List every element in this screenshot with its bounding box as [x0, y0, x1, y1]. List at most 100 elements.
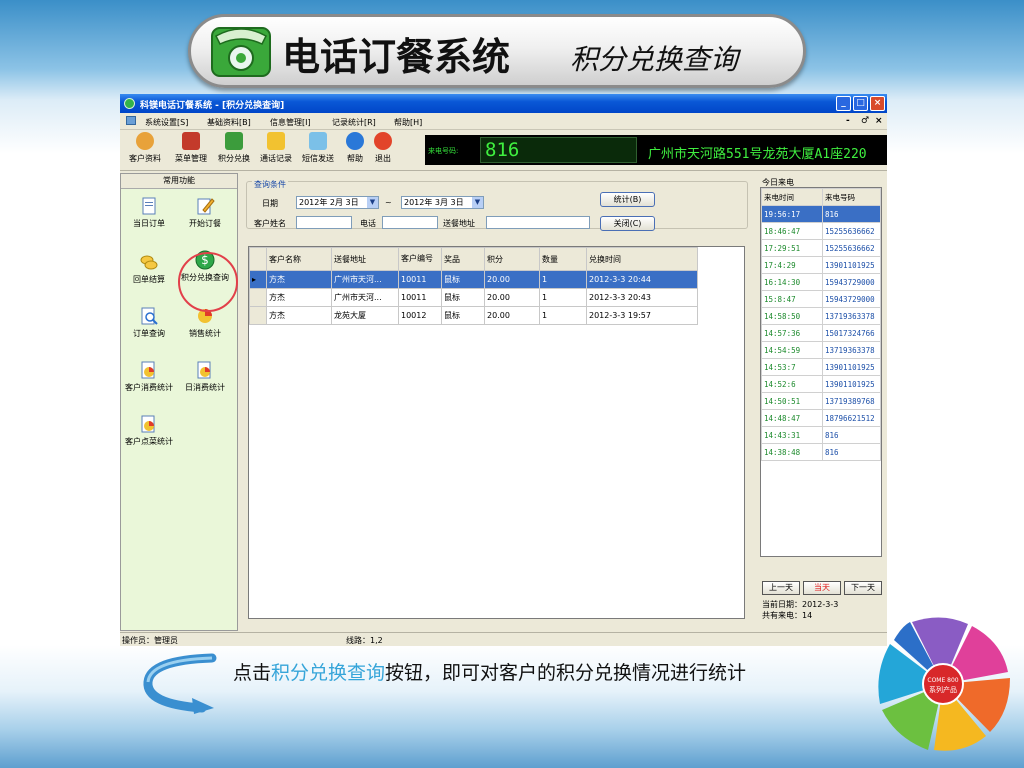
- mdi-window-icon[interactable]: [126, 116, 136, 125]
- toolbar-calllog-button[interactable]: 通话记录: [256, 132, 296, 168]
- toolbar-menu-button[interactable]: 菜单管理: [170, 132, 212, 168]
- chart-doc-icon: [197, 361, 211, 379]
- stats-button[interactable]: 统计(B): [600, 192, 655, 207]
- pencil-icon: [197, 198, 215, 215]
- menu-help[interactable]: 帮助[H]: [394, 117, 422, 128]
- curved-arrow-icon: [143, 653, 217, 714]
- app-window: 科镁电话订餐系统 - [积分兑换查询] _ □ × 系统设置[S] 基础资料[B…: [120, 94, 887, 646]
- menu-system-settings[interactable]: 系统设置[S]: [145, 117, 188, 128]
- common-functions-panel: 常用功能 当日订单 开始订餐 回单结算 $ 积分兑换查询 订单查询 销售统计 客…: [120, 173, 238, 631]
- list-item[interactable]: 14:54:59 13719363378: [761, 341, 881, 359]
- settlement-button[interactable]: 回单结算: [123, 252, 175, 284]
- address-input[interactable]: [486, 216, 590, 229]
- document-icon: [142, 197, 156, 215]
- mdi-minimize-button[interactable]: -: [846, 116, 850, 126]
- users-icon: [136, 132, 154, 150]
- customer-consumption-stats-button[interactable]: 客户消费统计: [123, 360, 175, 392]
- close-query-button[interactable]: 关闭(C): [600, 216, 655, 231]
- prev-day-button[interactable]: 上一天: [762, 581, 800, 595]
- col-customer-name[interactable]: 客户名称: [266, 247, 332, 271]
- telephone-icon: [211, 27, 271, 77]
- chart-doc-icon: [141, 415, 155, 433]
- list-item[interactable]: 14:57:36 15017324766: [761, 324, 881, 342]
- product-series-logo: COME 800 系列产品: [878, 617, 1010, 751]
- gift-icon: [225, 132, 243, 150]
- list-item[interactable]: 14:50:51 13719389768: [761, 392, 881, 410]
- toolbar-customer-button[interactable]: 客户资料: [124, 132, 166, 168]
- start-order-button[interactable]: 开始订餐: [179, 196, 231, 228]
- menu-record-stats[interactable]: 记录统计[R]: [332, 117, 376, 128]
- exit-icon: [374, 132, 392, 150]
- mdi-close-button[interactable]: ×: [875, 116, 883, 126]
- list-item[interactable]: 18:46:47 15255636662: [761, 222, 881, 240]
- operator-status: 操作员：管理员: [122, 636, 178, 645]
- table-row[interactable]: 方杰 龙苑大厦 10012 鼠标 20.00 1 2012-3-3 19:57: [249, 306, 698, 325]
- app-icon: [124, 98, 135, 109]
- list-item[interactable]: 14:48:47 18796621512: [761, 409, 881, 427]
- list-item[interactable]: 17:29:51 15255636662: [761, 239, 881, 257]
- list-item[interactable]: 16:14:30 15943729000: [761, 273, 881, 291]
- customer-dish-stats-button[interactable]: 客户点菜统计: [123, 414, 175, 446]
- col-delivery-address[interactable]: 送餐地址: [331, 247, 399, 271]
- instruction-caption: 点击积分兑换查询按钮，即可对客户的积分兑换情况进行统计: [233, 662, 747, 684]
- menu-basic-data[interactable]: 基础资料[B]: [207, 117, 251, 128]
- window-title: 科镁电话订餐系统 - [积分兑换查询]: [140, 101, 285, 111]
- list-item[interactable]: 15:8:47 15943729000: [761, 290, 881, 308]
- list-item[interactable]: 17:4:29 13901101925: [761, 256, 881, 274]
- today-calls-panel: 今日来电 来电时间 来电号码 19:56:17 816 18:46:47 15255…: [758, 173, 887, 631]
- customer-name-input[interactable]: [296, 216, 352, 229]
- chevron-down-icon: ▼: [472, 197, 483, 208]
- mdi-restore-button[interactable]: ♂: [861, 116, 869, 126]
- date-separator: ~: [385, 198, 392, 207]
- order-query-button[interactable]: 订单查询: [123, 306, 175, 338]
- calls-list: 来电时间 来电号码 19:56:17 816 18:46:47 1525563666…: [760, 187, 882, 557]
- help-icon: [346, 132, 364, 150]
- banner-title: 电话订餐系统: [282, 34, 511, 79]
- col-prize[interactable]: 奖品: [441, 247, 485, 271]
- table-row[interactable]: ▸ 方杰 广州市天河... 10011 鼠标 20.00 1 2012-3-3 …: [249, 270, 698, 289]
- list-item[interactable]: 19:56:17 816: [761, 205, 881, 223]
- caller-label: 来电号码:: [428, 147, 459, 155]
- today-button[interactable]: 当天: [803, 581, 841, 595]
- list-item[interactable]: 14:58:50 13719363378: [761, 307, 881, 325]
- close-button[interactable]: ×: [870, 96, 885, 111]
- menu-info-management[interactable]: 信息管理[I]: [270, 117, 311, 128]
- col-call-time[interactable]: 来电时间: [761, 188, 823, 206]
- next-day-button[interactable]: 下一天: [844, 581, 882, 595]
- calls-header-row: 来电时间 来电号码: [761, 188, 881, 206]
- panel-header: 常用功能: [121, 174, 237, 189]
- table-row[interactable]: 方杰 广州市天河... 10011 鼠标 20.00 1 2012-3-3 20…: [249, 288, 698, 307]
- results-table: 客户名称 送餐地址 客户编号 奖品 积分 数量 兑换时间 ▸ 方杰 广州市天河.…: [249, 247, 698, 325]
- book-icon: [182, 132, 200, 150]
- current-date: 当前日期：2012-3-3: [762, 600, 839, 609]
- total-calls: 共有来电：14: [762, 611, 813, 620]
- list-item[interactable]: 14:53:7 13901101925: [761, 358, 881, 376]
- toolbar-exit-button[interactable]: 退出: [370, 132, 396, 168]
- search-doc-icon: [141, 307, 158, 325]
- col-exchange-time[interactable]: 兑换时间: [586, 247, 698, 271]
- list-item[interactable]: 14:43:31 816: [761, 426, 881, 444]
- notes-icon: [267, 132, 285, 150]
- col-quantity[interactable]: 数量: [539, 247, 587, 271]
- col-customer-id[interactable]: 客户编号: [398, 247, 442, 271]
- toolbar-points-button[interactable]: 积分兑换: [214, 132, 254, 168]
- date-from-picker[interactable]: 2012年 2月 3日 ▼: [296, 196, 379, 209]
- toolbar-sms-button[interactable]: 短信发送: [298, 132, 338, 168]
- col-points[interactable]: 积分: [484, 247, 540, 271]
- address-label: 送餐地址: [443, 219, 475, 228]
- daily-consumption-stats-button[interactable]: 日消费统计: [179, 360, 231, 392]
- phone-input[interactable]: [382, 216, 438, 229]
- table-header-row: 客户名称 送餐地址 客户编号 奖品 积分 数量 兑换时间: [249, 247, 698, 271]
- window-titlebar[interactable]: 科镁电话订餐系统 - [积分兑换查询] _ □ ×: [120, 94, 887, 113]
- minimize-button[interactable]: _: [836, 96, 851, 111]
- calls-table: 来电时间 来电号码 19:56:17 816 18:46:47 1525563666…: [761, 188, 881, 461]
- list-item[interactable]: 14:38:48 816: [761, 443, 881, 461]
- date-to-picker[interactable]: 2012年 3月 3日 ▼: [401, 196, 484, 209]
- col-call-number[interactable]: 来电号码: [822, 188, 881, 206]
- query-title: 查询条件: [252, 179, 288, 190]
- list-item[interactable]: 14:52:6 13901101925: [761, 375, 881, 393]
- today-orders-button[interactable]: 当日订单: [123, 196, 175, 228]
- caller-number: 816: [480, 137, 637, 163]
- maximize-button[interactable]: □: [853, 96, 868, 111]
- toolbar-help-button[interactable]: 帮助: [342, 132, 368, 168]
